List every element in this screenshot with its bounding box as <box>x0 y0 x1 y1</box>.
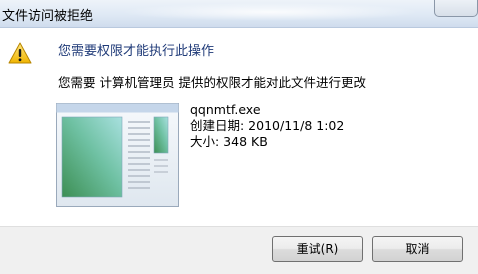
file-info: qqnmtf.exe 创建日期: 2010/11/8 1:02 大小: 348 … <box>190 102 344 150</box>
file-name: qqnmtf.exe <box>190 102 261 117</box>
window-title: 文件访问被拒绝 <box>2 9 94 24</box>
file-thumbnail-icon <box>56 103 179 207</box>
cancel-button[interactable]: 取消 <box>372 236 463 262</box>
file-size: 大小: 348 KB <box>190 134 268 149</box>
dialog-footer: 重试(R) 取消 <box>0 226 478 274</box>
retry-button[interactable]: 重试(R) <box>272 236 363 262</box>
title-bar-glow <box>120 3 420 21</box>
dialog-content: 您需要权限才能执行此操作 您需要 计算机管理员 提供的权限才能对此文件进行更改 <box>0 28 478 226</box>
warning-icon <box>8 42 32 64</box>
close-button[interactable] <box>434 0 478 17</box>
file-created-date: 创建日期: 2010/11/8 1:02 <box>190 118 345 133</box>
title-bar: 文件访问被拒绝 <box>0 0 478 28</box>
dialog-message: 您需要 计算机管理员 提供的权限才能对此文件进行更改 <box>58 75 366 90</box>
dialog-heading: 您需要权限才能执行此操作 <box>58 44 215 59</box>
